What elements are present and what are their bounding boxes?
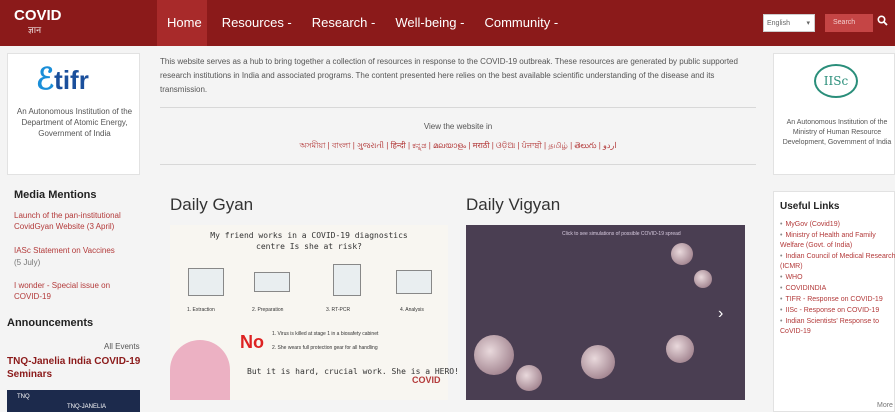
tifr-card[interactable]: ℰtifr An Autonomous Institution of the D… <box>7 53 140 175</box>
chevron-down-icon: ▾ <box>806 20 810 27</box>
media-link-launch[interactable]: Launch of the pan-institutional CovidGya… <box>14 210 136 232</box>
main-menu: Home Resources - Research - Well-being -… <box>157 0 568 46</box>
useful-link[interactable]: WHO <box>780 273 895 283</box>
useful-links-list: MyGov (Covid19) Ministry of Health and F… <box>780 220 895 338</box>
useful-link[interactable]: IISc - Response on COVID-19 <box>780 306 895 316</box>
gyan-bullet: 1. Virus is killed at stage 1 in a biosa… <box>272 331 379 337</box>
gyan-covid-logo: COVID <box>412 375 441 385</box>
vigyan-caption: Click to see simulations of possible COV… <box>562 231 681 237</box>
media-link-iasc-date: (5 July) <box>14 258 41 267</box>
iisc-card[interactable]: IISc An Autonomous Institution of the Mi… <box>773 53 895 175</box>
language-value: English <box>767 20 790 27</box>
nav-home[interactable]: Home <box>157 0 212 46</box>
daily-vigyan-card[interactable]: Click to see simulations of possible COV… <box>466 225 745 400</box>
tnq-banner-image[interactable]: TNQ TNQ-JANELIA <box>7 390 140 412</box>
nav-community[interactable]: Community - <box>474 0 568 46</box>
more-link[interactable]: More <box>877 402 893 409</box>
all-events-link[interactable]: All Events <box>104 342 140 351</box>
language-links[interactable]: অসমীয়া | বাংলা | ગુજરાતી | हिन्दी | ಕನ್… <box>160 140 756 153</box>
virus-image <box>474 335 514 375</box>
tifr-swirl-icon: ℰ <box>36 63 55 96</box>
banner-tnq: TNQ <box>17 394 30 400</box>
media-mentions-title: Media Mentions <box>14 189 97 201</box>
step-label: 4. Analysis <box>400 307 424 313</box>
divider <box>160 107 756 108</box>
extraction-icon <box>188 268 224 296</box>
virus-image <box>671 243 693 265</box>
useful-link[interactable]: Indian Scientists' Response to CoVID-19 <box>780 317 895 337</box>
useful-link[interactable]: TIFR - Response on COVID-19 <box>780 295 895 305</box>
useful-link[interactable]: MyGov (Covid19) <box>780 220 895 230</box>
logo-subtext: ज्ञान <box>28 25 42 35</box>
useful-links: Useful Links MyGov (Covid19) Ministry of… <box>773 191 895 412</box>
media-link-iasc[interactable]: IASc Statement on Vaccines <box>14 245 136 256</box>
gyan-bullet: 2. She wears full protection gear for al… <box>272 345 378 351</box>
nav-resources[interactable]: Resources - <box>212 0 302 46</box>
search-icon[interactable] <box>873 14 891 32</box>
useful-link[interactable]: COVIDINDIA <box>780 284 895 294</box>
nav-well-being[interactable]: Well-being - <box>385 0 474 46</box>
daily-gyan-title: Daily Gyan <box>170 195 254 214</box>
language-select[interactable]: English ▾ <box>763 14 815 32</box>
divider <box>160 164 756 165</box>
virus-image <box>516 365 542 391</box>
step-label: 3. RT-PCR <box>326 307 351 313</box>
view-website-label: View the website in <box>423 122 493 131</box>
step-label: 2. Preparation <box>252 307 284 313</box>
tifr-brand-text: tifr <box>54 65 89 95</box>
tifr-description: An Autonomous Institution of the Departm… <box>16 107 133 138</box>
chevron-right-icon[interactable]: › <box>718 305 723 323</box>
scientist-illustration <box>170 340 230 400</box>
preparation-icon <box>254 272 290 292</box>
seminar-link[interactable]: TNQ-Janelia India COVID-19 Seminars <box>7 355 147 381</box>
media-link-iwonder[interactable]: I wonder - Special issue on COVID-19 <box>14 280 136 302</box>
announcements-title: Announcements <box>7 317 94 329</box>
iisc-description: An Autonomous Institution of the Ministr… <box>782 119 892 146</box>
media-mentions: Media Mentions Launch of the pan-institu… <box>7 183 140 313</box>
virus-image <box>694 270 712 288</box>
covid-gyan-logo[interactable]: COVID ज्ञान <box>14 8 84 38</box>
virus-image <box>666 335 694 363</box>
virus-image <box>581 345 615 379</box>
useful-links-title: Useful Links <box>780 201 840 212</box>
intro-text: This website serves as a hub to bring to… <box>160 57 738 94</box>
step-label: 1. Extraction <box>187 307 215 313</box>
gyan-no: No <box>240 332 264 352</box>
daily-vigyan-title: Daily Vigyan <box>466 195 561 214</box>
tifr-logo: ℰtifr <box>36 62 89 97</box>
nav-research[interactable]: Research - <box>302 0 386 46</box>
logo-text: COVID <box>14 7 62 24</box>
rt-pcr-icon <box>333 264 361 296</box>
top-nav: COVID ज्ञान Home Resources - Research - … <box>0 0 895 46</box>
banner-tnq-janelia: TNQ-JANELIA <box>67 404 107 410</box>
iisc-logo: IISc <box>814 64 858 98</box>
useful-link[interactable]: Ministry of Health and Family Welfare (G… <box>780 231 895 251</box>
search-input[interactable]: Search <box>825 14 873 32</box>
analysis-icon <box>396 270 432 294</box>
useful-link[interactable]: Indian Council of Medical Research (ICMR… <box>780 252 895 272</box>
gyan-question: My friend works in a COVID-19 diagnostic… <box>210 231 408 251</box>
